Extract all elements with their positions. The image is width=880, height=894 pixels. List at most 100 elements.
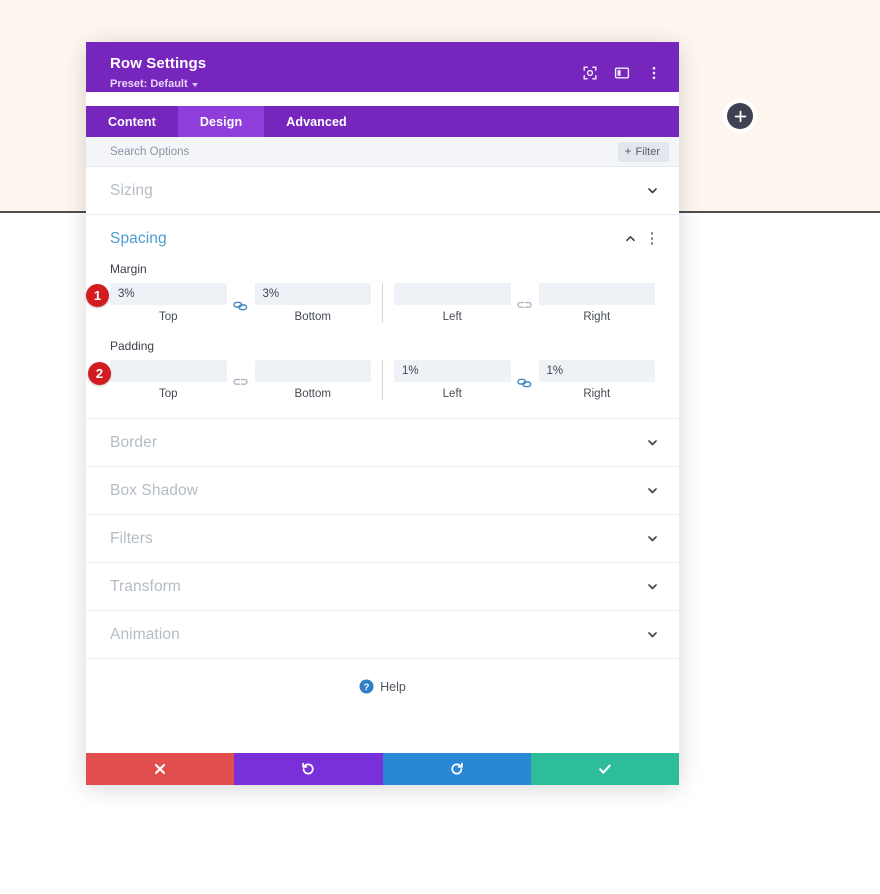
- section-options-icon[interactable]: [645, 231, 659, 247]
- redo-button[interactable]: [382, 753, 531, 785]
- section-box-shadow-header[interactable]: Box Shadow: [86, 467, 679, 514]
- section-transform: Transform: [86, 563, 679, 611]
- section-sizing-header[interactable]: Sizing: [86, 167, 679, 214]
- margin-field-group: Top Bottom: [110, 283, 655, 323]
- search-input[interactable]: [110, 145, 618, 158]
- section-transform-header[interactable]: Transform: [86, 563, 679, 610]
- search-row: + Filter: [86, 137, 679, 167]
- padding-left-caption: Left: [442, 388, 462, 400]
- section-border: Border: [86, 419, 679, 467]
- margin-right-caption: Right: [583, 311, 611, 323]
- preset-selector[interactable]: Preset: Default: [110, 77, 198, 91]
- annotation-badge-2: 2: [88, 362, 111, 385]
- padding-field-group: Top Bottom 1% Left 1% Right: [110, 360, 655, 400]
- section-animation-header[interactable]: Animation: [86, 611, 679, 658]
- margin-left-cell: Left: [394, 283, 511, 323]
- filter-button-label: Filter: [635, 145, 660, 158]
- section-title: Filters: [110, 529, 153, 547]
- focus-target-icon[interactable]: [581, 64, 598, 81]
- section-border-header[interactable]: Border: [86, 419, 679, 466]
- section-title: Animation: [110, 625, 180, 643]
- padding-right-caption: Right: [583, 388, 611, 400]
- undo-button[interactable]: [234, 753, 383, 785]
- margin-top-bottom-pair: Top Bottom: [110, 283, 371, 323]
- svg-text:?: ?: [364, 682, 370, 693]
- undo-icon: [302, 762, 314, 775]
- section-title: Transform: [110, 577, 181, 595]
- margin-top-caption: Top: [158, 311, 178, 323]
- margin-bottom-caption: Bottom: [294, 311, 331, 323]
- padding-top-bottom-pair: Top Bottom: [110, 360, 371, 400]
- filter-button[interactable]: + Filter: [617, 141, 669, 162]
- section-title: Border: [110, 433, 158, 451]
- chevron-down-icon[interactable]: [646, 484, 659, 497]
- section-box-shadow: Box Shadow: [86, 467, 679, 515]
- plus-icon: [734, 110, 746, 122]
- plus-icon: +: [624, 144, 632, 158]
- section-sizing: Sizing: [86, 167, 679, 215]
- margin-bottom-input[interactable]: [254, 283, 371, 305]
- margin-bottom-cell: Bottom: [254, 283, 371, 323]
- padding-bottom-caption: Bottom: [294, 388, 331, 400]
- question-circle-icon: ?: [359, 679, 374, 694]
- section-title: Sizing: [110, 181, 153, 199]
- padding-top-bottom-link-icon[interactable]: [227, 372, 255, 389]
- margin-label: Margin: [110, 262, 147, 276]
- padding-left-right-link-icon[interactable]: [511, 372, 539, 389]
- annotation-badge-1: 1: [86, 284, 109, 307]
- chevron-up-icon[interactable]: [624, 232, 637, 245]
- section-title: Spacing: [110, 229, 167, 247]
- close-icon: [155, 763, 166, 775]
- padding-left-right-pair: Left Right: [394, 360, 655, 400]
- padding-bottom-cell: Bottom: [254, 360, 371, 400]
- cancel-button[interactable]: [86, 753, 235, 785]
- layout-columns-icon[interactable]: [613, 64, 630, 81]
- padding-left-cell: Left: [394, 360, 511, 400]
- add-row-button[interactable]: [727, 103, 753, 129]
- save-button[interactable]: [530, 753, 679, 785]
- checkmark-icon: [599, 764, 611, 774]
- section-title: Box Shadow: [110, 481, 199, 499]
- padding-top-input[interactable]: [110, 360, 227, 382]
- modal-header: Row Settings Preset: Default: [86, 42, 679, 92]
- modal-tab-bar: Content Design Advanced: [86, 106, 679, 137]
- padding-group-separator: [382, 360, 383, 400]
- more-options-icon[interactable]: [645, 64, 662, 81]
- chevron-down-icon[interactable]: [646, 628, 659, 641]
- redo-icon: [451, 762, 463, 775]
- section-filters-header[interactable]: Filters: [86, 515, 679, 562]
- section-spacing-body: Margin Top Bottom: [86, 262, 679, 418]
- margin-group-separator: [382, 283, 383, 323]
- padding-bottom-input[interactable]: [254, 360, 371, 382]
- margin-left-right-pair: Left Right: [394, 283, 655, 323]
- modal-footer: [86, 753, 679, 785]
- section-spacing-header[interactable]: Spacing: [86, 215, 679, 262]
- chevron-down-icon[interactable]: [646, 184, 659, 197]
- chevron-down-icon: [191, 82, 198, 87]
- margin-left-right-link-icon[interactable]: [511, 295, 539, 312]
- chevron-down-icon[interactable]: [646, 580, 659, 593]
- padding-left-input[interactable]: [394, 360, 511, 382]
- tab-content[interactable]: Content: [86, 106, 178, 137]
- margin-right-input[interactable]: [538, 283, 655, 305]
- section-filters: Filters: [86, 515, 679, 563]
- section-animation: Animation: [86, 611, 679, 659]
- padding-label: Padding: [110, 339, 155, 353]
- tab-design[interactable]: Design: [177, 106, 265, 137]
- padding-right-cell: Right: [538, 360, 655, 400]
- help-link[interactable]: ? Help: [359, 679, 406, 694]
- margin-top-cell: Top: [110, 283, 227, 323]
- padding-right-input[interactable]: [538, 360, 655, 382]
- section-spacing: Spacing Margin Top: [86, 215, 679, 419]
- tab-advanced[interactable]: Advanced: [264, 106, 369, 137]
- page-title: Row Settings: [110, 55, 207, 72]
- margin-left-caption: Left: [442, 311, 462, 323]
- chevron-down-icon[interactable]: [646, 532, 659, 545]
- chevron-down-icon[interactable]: [646, 436, 659, 449]
- margin-left-input[interactable]: [394, 283, 511, 305]
- preset-label: Preset: Default: [110, 78, 188, 90]
- margin-right-cell: Right: [538, 283, 655, 323]
- help-label: Help: [380, 679, 406, 694]
- margin-top-bottom-link-icon[interactable]: [227, 295, 255, 312]
- margin-top-input[interactable]: [110, 283, 227, 305]
